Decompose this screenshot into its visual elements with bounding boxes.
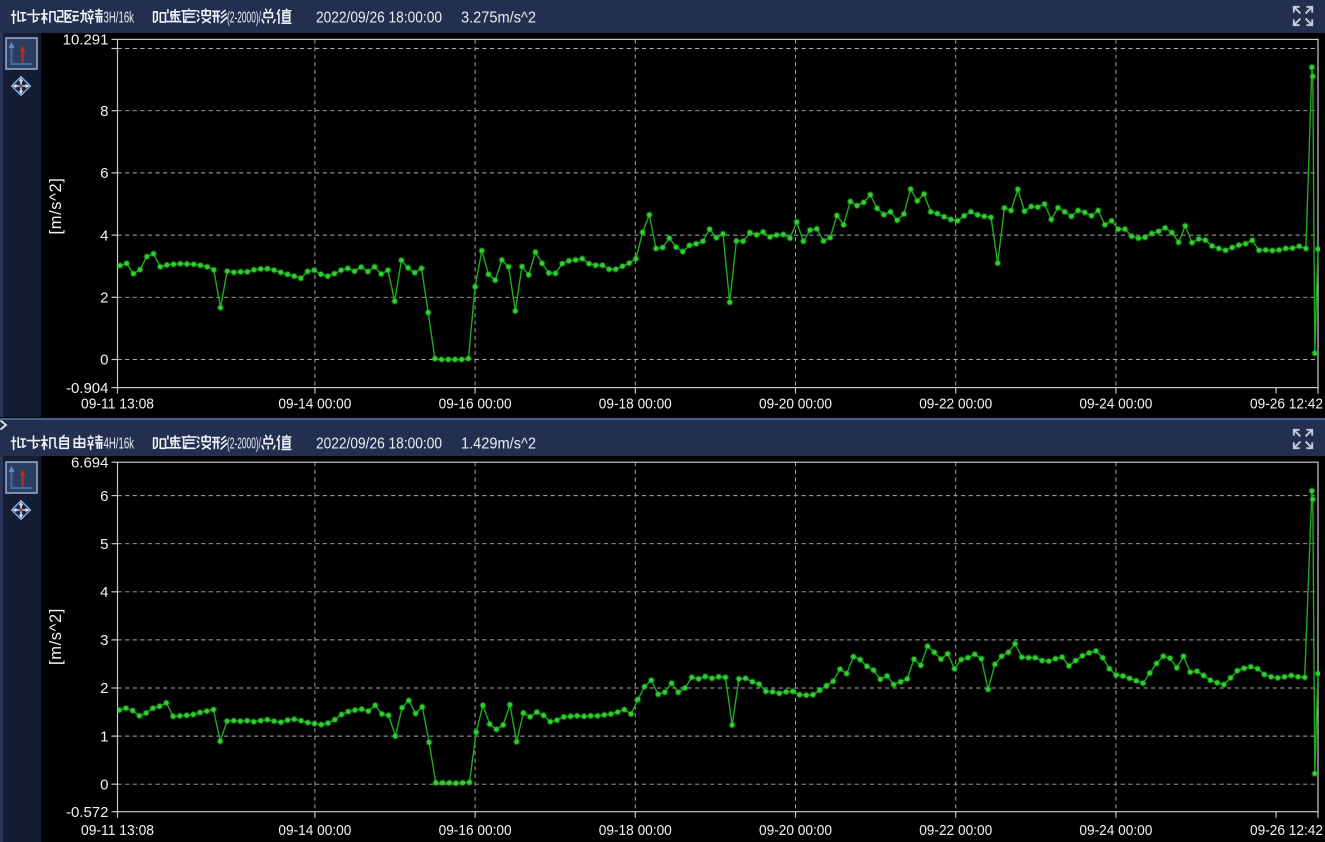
svg-text:0: 0 <box>100 352 108 369</box>
svg-text:09-26 12:42: 09-26 12:42 <box>1250 822 1323 839</box>
svg-text:4: 4 <box>100 227 108 244</box>
svg-text:09-22 00:00: 09-22 00:00 <box>919 396 992 413</box>
svg-text:09-20 00:00: 09-20 00:00 <box>759 396 832 413</box>
svg-text:09-20 00:00: 09-20 00:00 <box>759 822 832 839</box>
svg-text:3H/16k: 3H/16k <box>104 9 135 26</box>
svg-text:1: 1 <box>100 728 108 745</box>
svg-text:2: 2 <box>100 290 108 307</box>
svg-text:(2-2000)/: (2-2000)/ <box>227 9 261 26</box>
svg-text:09-18 00:00: 09-18 00:00 <box>599 396 672 413</box>
svg-text:09-14 00:00: 09-14 00:00 <box>278 396 351 413</box>
svg-text:09-11 13:08: 09-11 13:08 <box>81 396 154 413</box>
svg-text:-0.572: -0.572 <box>66 804 109 821</box>
svg-text:5: 5 <box>100 536 108 553</box>
svg-text:3.275m/s^2: 3.275m/s^2 <box>461 9 536 26</box>
svg-text:09-18 00:00: 09-18 00:00 <box>599 822 672 839</box>
svg-text:09-16 00:00: 09-16 00:00 <box>439 396 512 413</box>
svg-text:0: 0 <box>100 776 108 793</box>
svg-text:2: 2 <box>100 680 108 697</box>
svg-text:09-22 00:00: 09-22 00:00 <box>919 822 992 839</box>
svg-text:[m/s^2]: [m/s^2] <box>47 608 65 665</box>
svg-text:2022/09/26 18:00:00: 2022/09/26 18:00:00 <box>316 9 442 26</box>
svg-text:[m/s^2]: [m/s^2] <box>47 178 65 235</box>
svg-text:3: 3 <box>100 632 108 649</box>
svg-text:6: 6 <box>100 165 108 182</box>
svg-text:8: 8 <box>100 103 108 120</box>
svg-text:-0.904: -0.904 <box>66 380 109 397</box>
svg-text:10.291: 10.291 <box>63 33 109 49</box>
svg-text:6.694: 6.694 <box>71 456 109 471</box>
svg-text:4: 4 <box>100 584 108 601</box>
svg-text:09-16 00:00: 09-16 00:00 <box>439 822 512 839</box>
svg-text:09-24 00:00: 09-24 00:00 <box>1079 396 1152 413</box>
svg-text:09-11 13:08: 09-11 13:08 <box>81 822 154 839</box>
svg-text:6: 6 <box>100 488 108 505</box>
svg-text:09-24 00:00: 09-24 00:00 <box>1079 822 1152 839</box>
svg-text:09-14 00:00: 09-14 00:00 <box>278 822 351 839</box>
svg-text:09-26 12:42: 09-26 12:42 <box>1250 396 1323 413</box>
